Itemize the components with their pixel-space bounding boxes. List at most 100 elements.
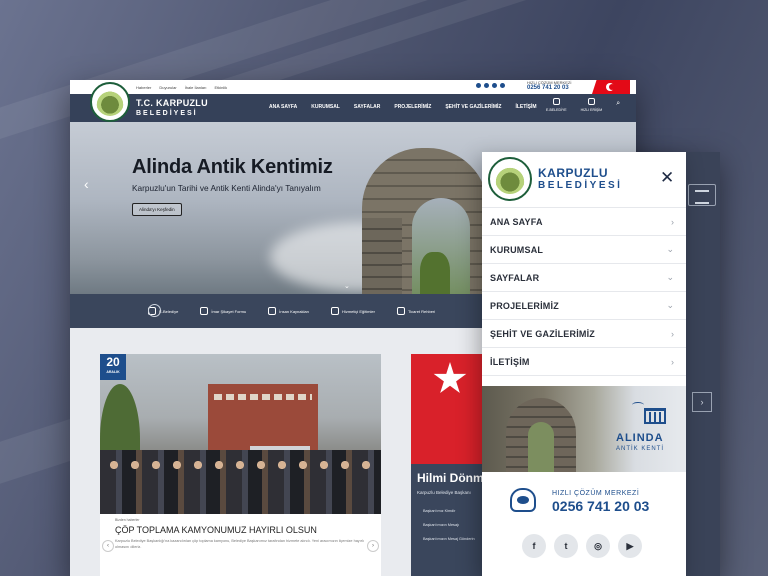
topbar-link[interactable]: Duyurular (159, 85, 176, 90)
menu-item-projelerimiz[interactable]: PROJELERİMİZ (394, 104, 431, 110)
mobile-brand-line-1: KARPUZLU (538, 166, 608, 180)
close-icon[interactable]: ✕ (660, 169, 674, 186)
topbar-link[interactable]: İhale İlanları (185, 85, 207, 90)
topbar-phone: HIZLI ÇÖZÜM MERKEZİ 0256 741 20 03 (527, 80, 579, 92)
mobile-menu-label: ANA SAYFA (490, 216, 543, 227)
menu-item-ana-sayfa[interactable]: ANA SAYFA (269, 104, 297, 110)
mobile-menu-panel: KARPUZLU BELEDİYESİ ✕ ANA SAYFA › KURUMSA… (482, 152, 686, 576)
mobile-menu-label: PROJELERİMİZ (490, 300, 559, 311)
mobile-menu-label: ŞEHİT VE GAZİLERİMİZ (490, 328, 596, 339)
hamburger-icon[interactable] (688, 184, 716, 206)
menu-item-kurumsal[interactable]: KURUMSAL (311, 104, 340, 110)
chevron-right-icon: › (671, 216, 674, 227)
news-photo-building (208, 384, 318, 454)
news-category: Bizden haberler (115, 518, 140, 522)
quick-link[interactable]: Ticaret Rehberi (396, 307, 435, 315)
menu-item-sehit-ve-gazilerimiz[interactable]: ŞEHİT VE GAZİLERİMİZ (445, 104, 501, 110)
brand-line-2: BELEDİYESİ (136, 110, 198, 117)
hero-cta-button[interactable]: Alinda'yı Keşfedin (132, 203, 182, 216)
brand-line-1: T.C. KARPUZLU (136, 98, 208, 108)
instagram-icon[interactable]: ◎ (586, 534, 610, 558)
call-center-caption: HIZLI ÇÖZÜM MERKEZİ (552, 490, 640, 497)
scroll-down-icon[interactable]: ⌄ (344, 282, 350, 290)
phone-caption: HIZLI ÇÖZÜM MERKEZİ (527, 80, 572, 85)
hero-vegetation (420, 252, 450, 294)
call-center-number[interactable]: 0256 741 20 03 (552, 498, 649, 514)
search-icon: ⌕ (616, 100, 621, 107)
training-icon (331, 307, 340, 315)
mobile-menu-item-projelerimiz[interactable]: PROJELERİMİZ ⌄ (482, 292, 686, 320)
nav-right-icons: E-BELEDİYE HIZLI ERİŞİM ⌕ (546, 98, 620, 112)
form-icon (200, 307, 209, 315)
news-next-icon[interactable]: › (367, 540, 379, 552)
search-button[interactable]: ⌕ (616, 98, 620, 112)
news-card[interactable]: 20 ARALIK Bizden haberler ÇÖP TOPLAMA KA… (100, 354, 381, 576)
topbar-link[interactable]: Etkinlik (214, 85, 227, 90)
news-title[interactable]: ÇÖP TOPLAMA KAMYONUMUZ HAYIRLI OLSUN (115, 525, 367, 535)
alinda-ruins-image (506, 398, 576, 472)
quick-link[interactable]: Hizmetiçi Eğitimler (331, 307, 375, 315)
people-icon (268, 307, 277, 315)
mobile-municipality-logo[interactable] (488, 157, 532, 201)
brand-name[interactable]: T.C. KARPUZLU BELEDİYESİ (136, 98, 208, 118)
youtube-icon[interactable]: ▶ (618, 534, 642, 558)
mobile-menu-item-ana-sayfa[interactable]: ANA SAYFA › (482, 208, 686, 236)
mobile-menu-item-sehit-ve-gazilerimiz[interactable]: ŞEHİT VE GAZİLERİMİZ › (482, 320, 686, 348)
mobile-menu-label: SAYFALAR (490, 272, 540, 283)
mobile-social-links: f t ◎ ▶ (522, 534, 642, 558)
mobile-menu-item-kurumsal[interactable]: KURUMSAL ⌄ (482, 236, 686, 264)
mobile-menu-item-iletisim[interactable]: İLETİŞİM › (482, 348, 686, 376)
news-prev-icon[interactable]: ‹ (102, 540, 114, 552)
topbar-link[interactable]: Haberler (136, 85, 151, 90)
mayor-link[interactable]: Başkan'ımızın Mesaj Gönderin (423, 537, 475, 541)
mayor-links: Başkan'ımız Kimdir Başkan'ımızın Mesajı … (423, 509, 475, 551)
mobile-menu-label: İLETİŞİM (490, 356, 530, 367)
quick-link-label: Hizmetiçi Eğitimler (342, 308, 375, 314)
instagram-icon[interactable] (492, 83, 497, 88)
menu-item-iletisim[interactable]: İLETİŞİM (515, 104, 536, 110)
e-belediye-link[interactable]: E-BELEDİYE (546, 98, 567, 112)
mobile-brand-name[interactable]: KARPUZLU BELEDİYESİ (538, 167, 622, 191)
phone-number[interactable]: 0256 741 20 03 (527, 85, 579, 92)
news-day: 20 (106, 355, 120, 369)
quick-link[interactable]: İnsan Kaynakları (268, 307, 309, 315)
quick-access-icon (587, 98, 595, 105)
twitter-icon[interactable] (484, 83, 489, 88)
main-nav: T.C. KARPUZLU BELEDİYESİ ANA SAYFA KURUM… (70, 82, 636, 122)
mobile-menu-item-sayfalar[interactable]: SAYFALAR ⌄ (482, 264, 686, 292)
hero-subtitle: Karpuzlu'un Tarihi ve Antik Kenti Alinda… (132, 183, 321, 193)
mayor-link[interactable]: Başkan'ımız Kimdir (423, 509, 475, 513)
news-body: Bizden haberler ÇÖP TOPLAMA KAMYONUMUZ H… (105, 514, 377, 576)
mayor-link[interactable]: Başkan'ımızın Mesajı (423, 523, 475, 527)
mobile-menu-list: ANA SAYFA › KURUMSAL ⌄ SAYFALAR ⌄ PROJELERİ… (482, 208, 686, 376)
twitter-icon[interactable]: t (554, 534, 578, 558)
top-bar: Haberler Duyurular İhale İlanları Etkinl… (70, 80, 636, 94)
youtube-icon[interactable] (500, 83, 505, 88)
quick-links-prev-icon[interactable] (148, 304, 161, 317)
news-excerpt: Karpuzlu Belediye Başkanlığı'na kazandır… (115, 539, 364, 549)
mobile-menu-header: KARPUZLU BELEDİYESİ ✕ (482, 152, 686, 208)
chevron-right-icon[interactable]: › (692, 392, 712, 412)
slider-prev-icon[interactable]: ‹ (84, 176, 89, 192)
e-belediye-icon (552, 98, 560, 105)
topbar-social (476, 83, 505, 88)
municipality-logo[interactable] (90, 82, 130, 122)
call-center[interactable]: HIZLI ÇÖZÜM MERKEZİ 0256 741 20 03 (482, 478, 686, 522)
hero-title: Alinda Antik Kentimiz (132, 156, 333, 178)
menu-item-sayfalar[interactable]: SAYFALAR (354, 104, 381, 110)
facebook-icon[interactable] (476, 83, 481, 88)
e-belediye-label: E-BELEDİYE (546, 108, 567, 112)
quick-link-label: E-Belediye (159, 308, 179, 314)
quick-link-label: İmar Şikayet Formu (211, 308, 247, 314)
news-photo (100, 354, 381, 514)
temple-icon (644, 408, 666, 424)
quick-link[interactable]: İmar Şikayet Formu (200, 307, 246, 315)
facebook-icon[interactable]: f (522, 534, 546, 558)
news-photo-heads (108, 460, 378, 470)
turkish-flag-icon (592, 80, 630, 94)
quick-access-link[interactable]: HIZLI ERİŞİM (581, 98, 602, 112)
chevron-right-icon: › (671, 356, 674, 367)
chevron-right-icon: › (671, 328, 674, 339)
news-date-badge: 20 ARALIK (100, 354, 126, 380)
alinda-banner[interactable]: ALINDA ANTİK KENTİ (482, 386, 686, 472)
